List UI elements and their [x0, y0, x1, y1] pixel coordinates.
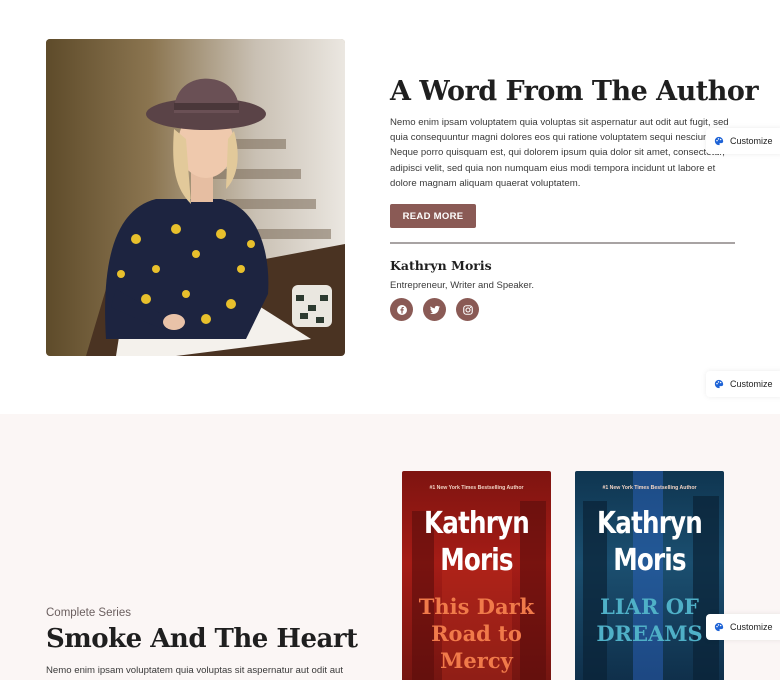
customize-button[interactable]: Customize: [706, 371, 780, 397]
book-cover-liar-of-dreams[interactable]: #1 New York Times Bestselling Author Kat…: [575, 471, 724, 680]
book-author-last: Moris: [613, 543, 686, 578]
divider: [390, 242, 735, 244]
book-title: This Dark Road to Mercy: [402, 593, 551, 674]
author-section: A Word From The Author Nemo enim ipsam v…: [0, 0, 780, 414]
book-title-line: This Dark: [418, 594, 535, 619]
series-section: Complete Series Smoke And The Heart Nemo…: [0, 414, 780, 680]
customize-label: Customize: [730, 136, 773, 146]
customize-label: Customize: [730, 622, 773, 632]
twitter-link[interactable]: [423, 298, 446, 321]
customize-button[interactable]: Customize: [706, 128, 780, 154]
customize-label: Customize: [730, 379, 773, 389]
instagram-link[interactable]: [456, 298, 479, 321]
series-body-text: Nemo enim ipsam voluptatem quia voluptas…: [46, 665, 344, 676]
author-heading: A Word From The Author: [390, 76, 759, 107]
palette-icon: [714, 622, 724, 632]
book-tagline: #1 New York Times Bestselling Author: [602, 485, 697, 491]
twitter-icon: [429, 305, 440, 314]
book-title: LIAR OF DREAMS: [575, 593, 724, 647]
series-title: Smoke And The Heart: [46, 624, 358, 654]
facebook-icon: [396, 304, 407, 315]
book-title-line: Mercy: [440, 648, 513, 673]
instagram-icon: [462, 304, 473, 315]
author-body-text: Nemo enim ipsam voluptatem quia voluptas…: [390, 117, 729, 189]
author-photo: [46, 39, 345, 356]
customize-button[interactable]: Customize: [706, 614, 780, 640]
read-more-button[interactable]: READ MORE: [390, 204, 476, 228]
book-title-line: LIAR OF: [600, 594, 699, 619]
social-links: [390, 298, 479, 321]
book-tagline: #1 New York Times Bestselling Author: [429, 485, 524, 491]
book-author: Kathryn Moris: [588, 505, 710, 579]
book-author-first: Kathryn: [424, 506, 530, 541]
author-role: Entrepreneur, Writer and Speaker.: [390, 280, 534, 291]
author-name: Kathryn Moris: [390, 258, 492, 273]
facebook-link[interactable]: [390, 298, 413, 321]
book-title-line: Road to: [431, 621, 522, 646]
book-author: Kathryn Moris: [415, 505, 537, 579]
book-cover-this-dark-road[interactable]: #1 New York Times Bestselling Author Kat…: [402, 471, 551, 680]
series-kicker: Complete Series: [46, 607, 132, 619]
book-author-last: Moris: [440, 543, 513, 578]
palette-icon: [714, 379, 724, 389]
book-author-first: Kathryn: [597, 506, 703, 541]
palette-icon: [714, 136, 724, 146]
book-title-line: DREAMS: [596, 621, 703, 646]
